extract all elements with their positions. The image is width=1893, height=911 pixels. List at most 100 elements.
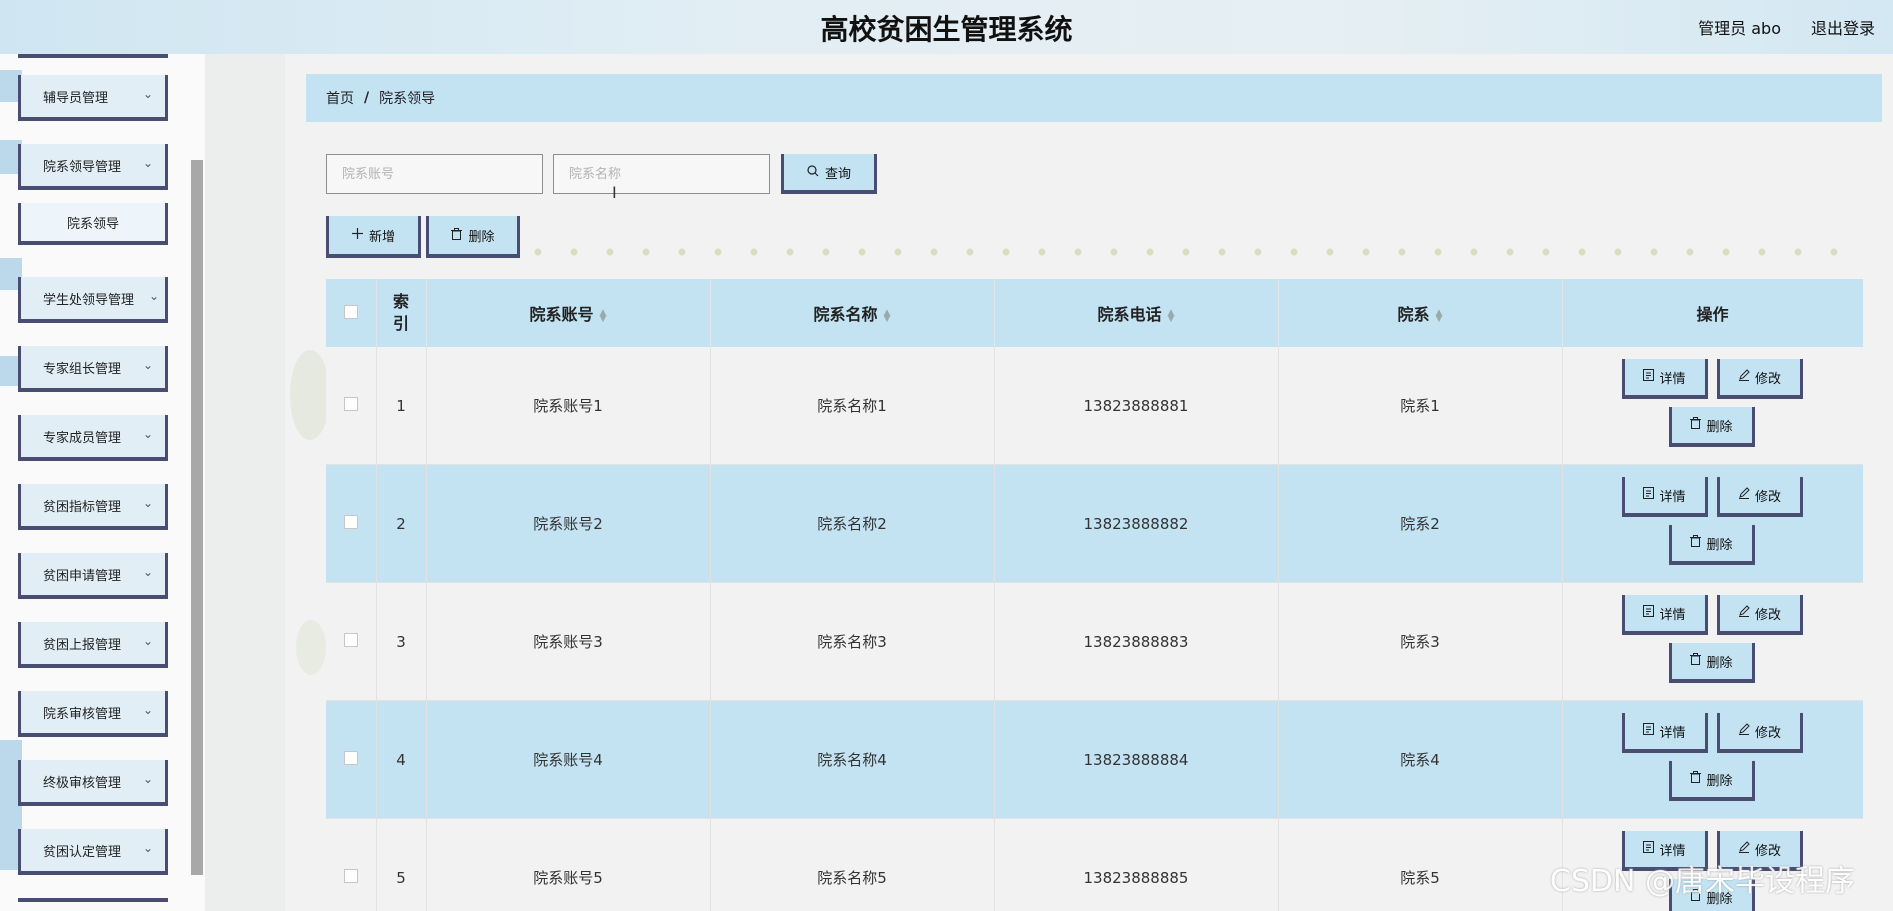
- column-header-dept[interactable]: 院系 ▲ ▼: [1278, 279, 1563, 347]
- actions-cell: 详情 修改 删除: [1562, 700, 1863, 819]
- sidebar-subitem-dept-leader[interactable]: 院系领导: [18, 203, 168, 245]
- select-all-cell: [326, 279, 377, 347]
- chevron-down-icon: ⌄: [142, 496, 153, 510]
- decorative-leaf: [296, 620, 326, 675]
- sidebar-top-divider: [18, 54, 168, 58]
- detail-button[interactable]: 详情: [1621, 359, 1708, 399]
- delete-label: 删除: [1706, 655, 1733, 671]
- trash-icon: [1690, 535, 1702, 551]
- batch-delete-label: 删除: [468, 229, 495, 245]
- detail-button[interactable]: 详情: [1621, 477, 1708, 517]
- batch-delete-button[interactable]: 删除: [426, 216, 520, 258]
- breadcrumb-separator: /: [364, 90, 370, 106]
- add-button[interactable]: 新增: [326, 216, 421, 258]
- name-cell: 院系名称2: [710, 464, 995, 583]
- sidebar-item-label: 专家成员管理: [43, 430, 122, 446]
- table-row: 4 院系账号4 院系名称4 13823888884 院系4 详情 修改 删除: [326, 700, 1863, 819]
- logout-link[interactable]: 退出登录: [1811, 15, 1875, 39]
- sidebar-item-label: 贫困申请管理: [43, 568, 122, 584]
- edit-button[interactable]: 修改: [1716, 477, 1803, 517]
- edit-button[interactable]: 修改: [1716, 595, 1803, 635]
- sidebar-item-dept-leader[interactable]: 院系领导管理 ⌄: [18, 144, 168, 190]
- index-cell: 2: [376, 464, 427, 583]
- sidebar-item-label: 终极审核管理: [43, 775, 122, 791]
- search-icon: [807, 164, 819, 180]
- sidebar-item-dept-review[interactable]: 院系审核管理 ⌄: [18, 691, 168, 737]
- select-all-checkbox[interactable]: [343, 304, 358, 319]
- column-header-name[interactable]: 院系名称 ▲ ▼: [710, 279, 995, 347]
- sidebar-item-label: 专家组长管理: [43, 361, 122, 377]
- row-delete-button[interactable]: 删除: [1668, 643, 1755, 683]
- sidebar-item-final-review[interactable]: 终极审核管理 ⌄: [18, 760, 168, 806]
- document-icon: [1643, 841, 1655, 857]
- sidebar-item-label: 院系领导管理: [43, 159, 122, 175]
- name-cell: 院系名称3: [710, 582, 995, 701]
- account-cell: 院系账号5: [426, 818, 711, 911]
- breadcrumb-current: 院系领导: [379, 91, 436, 107]
- row-select-cell: [326, 347, 377, 465]
- row-delete-button[interactable]: 删除: [1668, 525, 1755, 565]
- phone-cell: 13823888885: [994, 818, 1279, 911]
- pencil-icon: [1738, 841, 1750, 857]
- column-header-actions: 操作: [1562, 279, 1863, 347]
- detail-label: 详情: [1659, 371, 1686, 387]
- phone-cell: 13823888883: [994, 582, 1279, 701]
- text-cursor-icon: I: [612, 183, 617, 202]
- edit-button[interactable]: 修改: [1716, 359, 1803, 399]
- delete-label: 删除: [1706, 419, 1733, 435]
- pencil-icon: [1738, 723, 1750, 739]
- account-search-input[interactable]: [326, 154, 543, 194]
- sidebar-item-label: 学生处领导管理: [43, 292, 135, 308]
- chevron-down-icon: ⌄: [148, 289, 159, 303]
- phone-cell: 13823888884: [994, 700, 1279, 819]
- column-header-phone[interactable]: 院系电话 ▲ ▼: [994, 279, 1279, 347]
- trash-icon: [1690, 653, 1702, 669]
- sidebar-item-poverty-apply[interactable]: 贫困申请管理 ⌄: [18, 553, 168, 599]
- row-select-cell: [326, 464, 377, 583]
- name-search-input[interactable]: [553, 154, 770, 194]
- row-checkbox[interactable]: [343, 396, 358, 411]
- dept-cell: 院系5: [1278, 818, 1563, 911]
- sidebar-item-counselor[interactable]: 辅导员管理 ⌄: [18, 75, 168, 121]
- delete-label: 删除: [1706, 537, 1733, 553]
- sort-icon[interactable]: ▲ ▼: [1436, 308, 1443, 323]
- edit-label: 修改: [1754, 607, 1781, 623]
- table-row: 1 院系账号1 院系名称1 13823888881 院系1 详情 修改 删除: [326, 347, 1863, 465]
- account-cell: 院系账号2: [426, 464, 711, 583]
- chevron-down-icon: ⌄: [142, 87, 153, 101]
- sidebar-item-student-office[interactable]: 学生处领导管理 ⌄: [18, 277, 168, 323]
- data-table: 索引 院系账号 ▲ ▼ 院系名称 ▲ ▼ 院系电话 ▲ ▼ 院系 ▲ ▼ 操作 1 院系账号1 …: [326, 279, 1863, 911]
- row-checkbox[interactable]: [343, 632, 358, 647]
- row-checkbox[interactable]: [343, 750, 358, 765]
- sidebar-scrollbar[interactable]: [191, 160, 203, 875]
- sort-icon[interactable]: ▲ ▼: [600, 308, 607, 323]
- row-delete-button[interactable]: 删除: [1668, 407, 1755, 447]
- pencil-icon: [1738, 605, 1750, 621]
- row-select-cell: [326, 700, 377, 819]
- plus-icon: [351, 228, 363, 242]
- column-header-account[interactable]: 院系账号 ▲ ▼: [426, 279, 711, 347]
- sidebar-item-expert-member[interactable]: 专家成员管理 ⌄: [18, 415, 168, 461]
- sidebar-item-poverty-confirm[interactable]: 贫困认定管理 ⌄: [18, 829, 168, 875]
- row-checkbox[interactable]: [343, 514, 358, 529]
- sidebar-item-poverty-index[interactable]: 贫困指标管理 ⌄: [18, 484, 168, 530]
- sidebar-item-expert-leader[interactable]: 专家组长管理 ⌄: [18, 346, 168, 392]
- sidebar-item-label: 院系审核管理: [43, 706, 122, 722]
- detail-label: 详情: [1659, 489, 1686, 505]
- column-header-index: 索引: [376, 279, 427, 347]
- name-cell: 院系名称4: [710, 700, 995, 819]
- detail-button[interactable]: 详情: [1621, 595, 1708, 635]
- edit-label: 修改: [1754, 371, 1781, 387]
- row-checkbox[interactable]: [343, 868, 358, 883]
- dept-cell: 院系3: [1278, 582, 1563, 701]
- sort-icon[interactable]: ▲ ▼: [1168, 308, 1175, 323]
- chevron-down-icon: ⌄: [142, 565, 153, 579]
- sort-icon[interactable]: ▲ ▼: [884, 308, 891, 323]
- query-button[interactable]: 查询: [781, 154, 877, 194]
- index-cell: 3: [376, 582, 427, 701]
- row-delete-button[interactable]: 删除: [1668, 761, 1755, 801]
- detail-button[interactable]: 详情: [1621, 713, 1708, 753]
- breadcrumb-home[interactable]: 首页: [326, 88, 354, 108]
- edit-button[interactable]: 修改: [1716, 713, 1803, 753]
- sidebar-item-poverty-report[interactable]: 贫困上报管理 ⌄: [18, 622, 168, 668]
